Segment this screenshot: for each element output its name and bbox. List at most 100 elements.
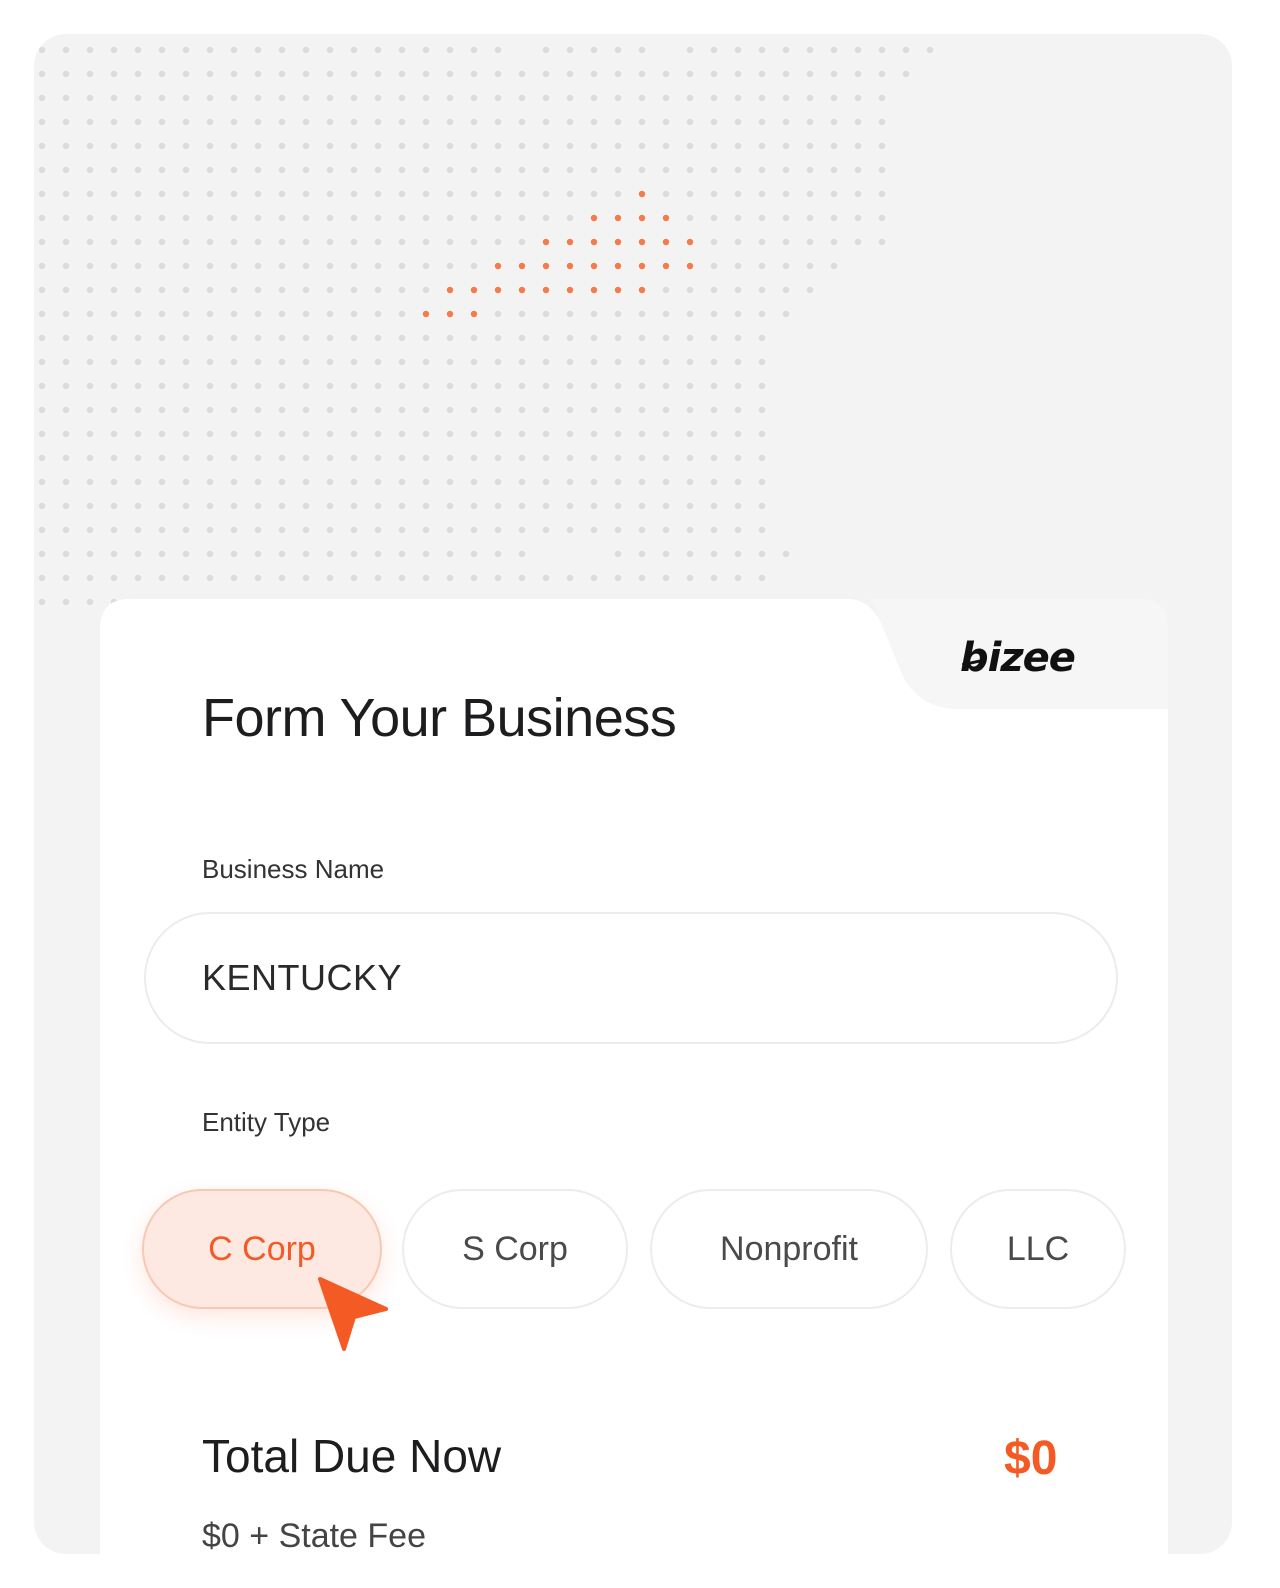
map-dot — [158, 478, 166, 486]
map-dot — [734, 94, 742, 102]
map-dot — [254, 430, 262, 438]
map-dot — [398, 574, 406, 582]
map-dot — [182, 70, 190, 78]
map-dot — [518, 454, 526, 462]
map-dot — [830, 214, 838, 222]
map-dot — [806, 70, 814, 78]
map-dot — [38, 334, 46, 342]
entity-type-nonprofit[interactable]: Nonprofit — [650, 1189, 928, 1309]
map-dot — [734, 358, 742, 366]
map-dot — [302, 310, 310, 318]
map-dot — [86, 454, 94, 462]
map-dot — [254, 46, 262, 54]
map-dot — [734, 382, 742, 390]
map-dot — [278, 358, 286, 366]
map-dot — [758, 286, 766, 294]
map-dot — [542, 526, 550, 534]
map-dot — [134, 406, 142, 414]
map-dot — [110, 382, 118, 390]
map-dot — [278, 574, 286, 582]
map-dot — [302, 262, 310, 270]
map-dot — [638, 94, 646, 102]
map-dot — [614, 118, 622, 126]
map-dot — [134, 94, 142, 102]
map-dot — [206, 214, 214, 222]
business-name-label: Business Name — [202, 854, 385, 884]
map-dot — [182, 310, 190, 318]
map-dot — [38, 286, 46, 294]
map-dot — [686, 334, 694, 342]
map-dot — [398, 502, 406, 510]
map-dot — [182, 190, 190, 198]
map-dot — [326, 46, 334, 54]
map-dot — [374, 358, 382, 366]
map-dot — [134, 358, 142, 366]
map-dot — [758, 262, 766, 270]
map-dot — [422, 94, 430, 102]
map-dot — [638, 526, 646, 534]
map-dot — [590, 310, 598, 318]
business-name-input[interactable]: KENTUCKY — [144, 912, 1118, 1044]
map-dot — [422, 478, 430, 486]
map-dot-highlighted — [494, 286, 502, 294]
map-dot — [830, 70, 838, 78]
map-dot — [230, 454, 238, 462]
map-dot — [134, 454, 142, 462]
map-dot — [38, 190, 46, 198]
map-dot — [470, 166, 478, 174]
total-due-value: $0 — [1004, 1432, 1058, 1485]
app-frame: bizee Form Your Business Business Name K… — [34, 34, 1232, 1554]
map-dot — [638, 334, 646, 342]
map-dot — [662, 406, 670, 414]
map-dot — [422, 406, 430, 414]
map-dot — [590, 574, 598, 582]
map-dot — [182, 94, 190, 102]
map-dot — [518, 502, 526, 510]
map-dot — [350, 190, 358, 198]
map-dot — [374, 214, 382, 222]
map-dot — [758, 526, 766, 534]
map-dot — [374, 262, 382, 270]
map-dot — [734, 238, 742, 246]
map-dot — [518, 526, 526, 534]
map-dot — [662, 550, 670, 558]
map-dot — [614, 430, 622, 438]
map-dot — [62, 358, 70, 366]
logo-text: bizee — [960, 635, 1076, 681]
map-dot — [590, 190, 598, 198]
map-dot — [326, 406, 334, 414]
map-dot — [134, 430, 142, 438]
map-dot — [206, 166, 214, 174]
entity-type-s-corp[interactable]: S Corp — [402, 1189, 628, 1309]
map-dot — [446, 526, 454, 534]
map-dot — [302, 550, 310, 558]
map-dot — [254, 70, 262, 78]
map-dot — [494, 118, 502, 126]
map-dot — [494, 46, 502, 54]
entity-type-llc[interactable]: LLC — [950, 1189, 1126, 1309]
map-dot — [446, 190, 454, 198]
map-dot — [518, 430, 526, 438]
map-dot — [422, 454, 430, 462]
map-dot — [518, 166, 526, 174]
map-dot — [182, 430, 190, 438]
map-dot — [182, 550, 190, 558]
map-dot — [278, 382, 286, 390]
map-dot — [710, 262, 718, 270]
map-dot — [854, 238, 862, 246]
map-dot — [326, 262, 334, 270]
map-dot — [182, 382, 190, 390]
page-title: Form Your Business — [202, 688, 677, 748]
map-dot — [134, 166, 142, 174]
map-dot — [854, 70, 862, 78]
map-dot — [806, 166, 814, 174]
map-dot — [206, 118, 214, 126]
map-dot — [158, 382, 166, 390]
map-dot — [350, 478, 358, 486]
map-dot — [302, 214, 310, 222]
map-dot — [86, 430, 94, 438]
map-dot — [542, 142, 550, 150]
business-name-value: KENTUCKY — [202, 957, 403, 998]
map-dot-highlighted — [518, 262, 526, 270]
entity-type-label: Entity Type — [202, 1107, 331, 1137]
